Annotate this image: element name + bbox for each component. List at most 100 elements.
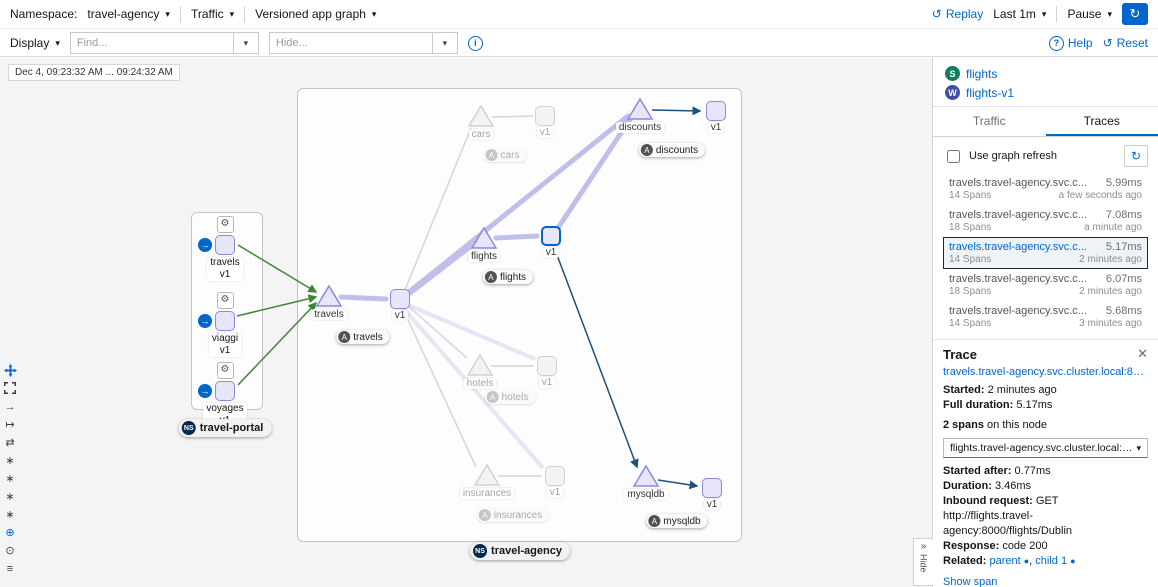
node-travels-app[interactable]: travels (297, 284, 361, 320)
node-mysqldb-v1[interactable]: v1 (680, 478, 744, 510)
zoom-fit-icon[interactable] (2, 382, 18, 397)
legend-icon[interactable]: ≡ (2, 562, 18, 577)
help-button[interactable]: ?Help (1049, 36, 1093, 51)
edge-arrow-icon[interactable]: → (2, 400, 18, 415)
app-badge-mysqldb[interactable]: Amysqldb (646, 514, 707, 528)
close-icon[interactable]: ✕ (1137, 346, 1148, 362)
node-insurances-v1[interactable]: v1 (523, 466, 587, 498)
pan-icon[interactable] (2, 364, 18, 379)
service-shape-selected (541, 226, 561, 246)
panel-collapse-tab[interactable]: » Hide (913, 538, 933, 586)
node-travels-v1[interactable]: v1 (368, 289, 432, 321)
reset-button[interactable]: ↺Reset (1103, 36, 1148, 50)
edge-swap-icon[interactable]: ⇄ (2, 436, 18, 451)
find-options-button[interactable]: ▾ (233, 32, 259, 54)
node-travels-v1-portal[interactable]: ⚙ → travelsv1 (195, 216, 255, 281)
node-mysqldb-app[interactable]: mysqldb (614, 464, 678, 500)
workload-link[interactable]: flights-v1 (966, 86, 1014, 100)
show-span-link[interactable]: Show span (943, 576, 997, 587)
primary-toolbar: Namespace: travel-agency▾ Traffic▾ Versi… (0, 0, 1158, 29)
app-badge-flights[interactable]: Aflights (483, 270, 533, 284)
app-badge-travels[interactable]: Atravels (336, 330, 389, 344)
app-triangle-shape (473, 463, 501, 487)
app-triangle-shape (626, 97, 654, 121)
find-hide-info-icon[interactable]: i (468, 36, 483, 51)
hide-options-button[interactable]: ▾ (432, 32, 458, 54)
app-triangle-shape (466, 353, 494, 377)
hide-label: Hide (919, 554, 929, 573)
service-shape (537, 356, 557, 376)
node-hotels-app[interactable]: hotels (448, 353, 512, 389)
namespace-badge-travel-portal[interactable]: NStravel-portal (179, 419, 272, 437)
trace-url-link[interactable]: travels.travel-agency.svc.cluster.local:… (943, 366, 1148, 378)
graph-type-select[interactable]: Versioned app graph▾ (255, 7, 376, 21)
chevron-down-icon: ▾ (1042, 9, 1047, 20)
edge-target-icon[interactable]: ↦ (2, 418, 18, 433)
find-input[interactable] (70, 32, 233, 54)
node-viaggi-v1-portal[interactable]: ⚙ → viaggiv1 (195, 292, 255, 357)
traffic-source-icon: → (198, 314, 212, 328)
interval-select[interactable]: Last 1m▾ (993, 7, 1046, 21)
hide-input[interactable] (269, 32, 432, 54)
span-duration: Duration: 3.46ms (943, 479, 1148, 494)
workload-shape (215, 381, 235, 401)
kiali-graph-page: Namespace: travel-agency▾ Traffic▾ Versi… (0, 0, 1158, 587)
app-badge-cars[interactable]: Acars (484, 148, 527, 162)
replay-button[interactable]: ↺Replay (932, 7, 983, 21)
app-triangle-shape (470, 226, 498, 250)
node-flights-app[interactable]: flights (452, 226, 516, 262)
traffic-source-icon: → (198, 384, 212, 398)
layout-graph-icon-2[interactable]: ∗ (2, 472, 18, 487)
layout-graph-icon-3[interactable]: ∗ (2, 490, 18, 505)
app-badge-insurances[interactable]: Ainsurances (477, 508, 549, 522)
node-voyages-v1-portal[interactable]: ⚙ → voyagesv1 (195, 362, 255, 427)
namespace-select[interactable]: travel-agency▾ (87, 7, 170, 21)
layout-graph-icon-4[interactable]: ∗ (2, 508, 18, 523)
double-chevron-right-icon: » (921, 541, 927, 552)
tab-traces[interactable]: Traces (1046, 107, 1158, 136)
span-related: Related: parent ●, child 1 ● (943, 554, 1148, 569)
node-discounts-v1[interactable]: v1 (684, 101, 748, 133)
tcp-edges[interactable] (554, 110, 700, 486)
trace-detail-title: Trace (943, 347, 977, 362)
refresh-button[interactable]: ↻ (1122, 3, 1148, 25)
tab-traffic[interactable]: Traffic (933, 107, 1046, 136)
node-hotels-v1[interactable]: v1 (515, 356, 579, 388)
namespace-badge-travel-agency[interactable]: NStravel-agency (470, 542, 570, 560)
node-cars-v1[interactable]: v1 (513, 106, 577, 138)
span-response: Response: code 200 (943, 539, 1148, 554)
app-badge-hotels[interactable]: Ahotels (485, 390, 536, 404)
graph-canvas[interactable]: Dec 4, 09:23:32 AM ... 09:24:32 AM (0, 58, 932, 587)
pause-select[interactable]: Pause▾ (1067, 7, 1112, 21)
app-badge-discounts[interactable]: Adiscounts (639, 143, 705, 157)
trace-list-item[interactable]: travels.travel-agency.svc.c...5.99ms 14 … (943, 173, 1148, 205)
graph-refresh-row: Use graph refresh ↻ (943, 145, 1148, 167)
sync-icon: ↻ (1130, 6, 1141, 22)
namespace-label: Namespace: (10, 7, 77, 21)
trace-list-item[interactable]: travels.travel-agency.svc.c...5.68ms 14 … (943, 301, 1148, 333)
node-cars-app[interactable]: cars (449, 104, 513, 140)
service-shape (390, 289, 410, 309)
span-node-select[interactable]: flights.travel-agency.svc.cluster.local:… (943, 438, 1148, 458)
zoom-in-icon[interactable]: ⊕ (2, 526, 18, 541)
divider (244, 6, 245, 22)
use-graph-refresh-checkbox[interactable] (947, 150, 960, 163)
sync-icon: ↻ (1131, 149, 1141, 163)
trace-list-item-selected[interactable]: travels.travel-agency.svc.c...5.17ms 14 … (943, 237, 1148, 269)
traffic-select[interactable]: Traffic▾ (191, 7, 234, 21)
related-parent-link[interactable]: parent (989, 555, 1020, 567)
trace-list-item[interactable]: travels.travel-agency.svc.c...7.08ms 18 … (943, 205, 1148, 237)
node-insurances-app[interactable]: insurances (455, 463, 519, 499)
trace-list-item[interactable]: travels.travel-agency.svc.c...6.07ms 18 … (943, 269, 1148, 301)
hide-input-group: ▾ (269, 32, 458, 54)
node-discounts-app[interactable]: discounts (608, 97, 672, 133)
zoom-out-icon[interactable]: ⊙ (2, 544, 18, 559)
workload-settings-icon: ⚙ (217, 216, 234, 233)
display-select[interactable]: Display▾ (10, 36, 60, 50)
related-child-link[interactable]: child 1 (1035, 555, 1067, 567)
layout-graph-icon-1[interactable]: ∗ (2, 454, 18, 469)
node-flights-v1-selected[interactable]: v1 (519, 226, 583, 258)
traces-refresh-button[interactable]: ↻ (1124, 145, 1148, 167)
service-link[interactable]: flights (966, 67, 997, 81)
trace-span-count: 2 spans on this node (943, 418, 1148, 433)
